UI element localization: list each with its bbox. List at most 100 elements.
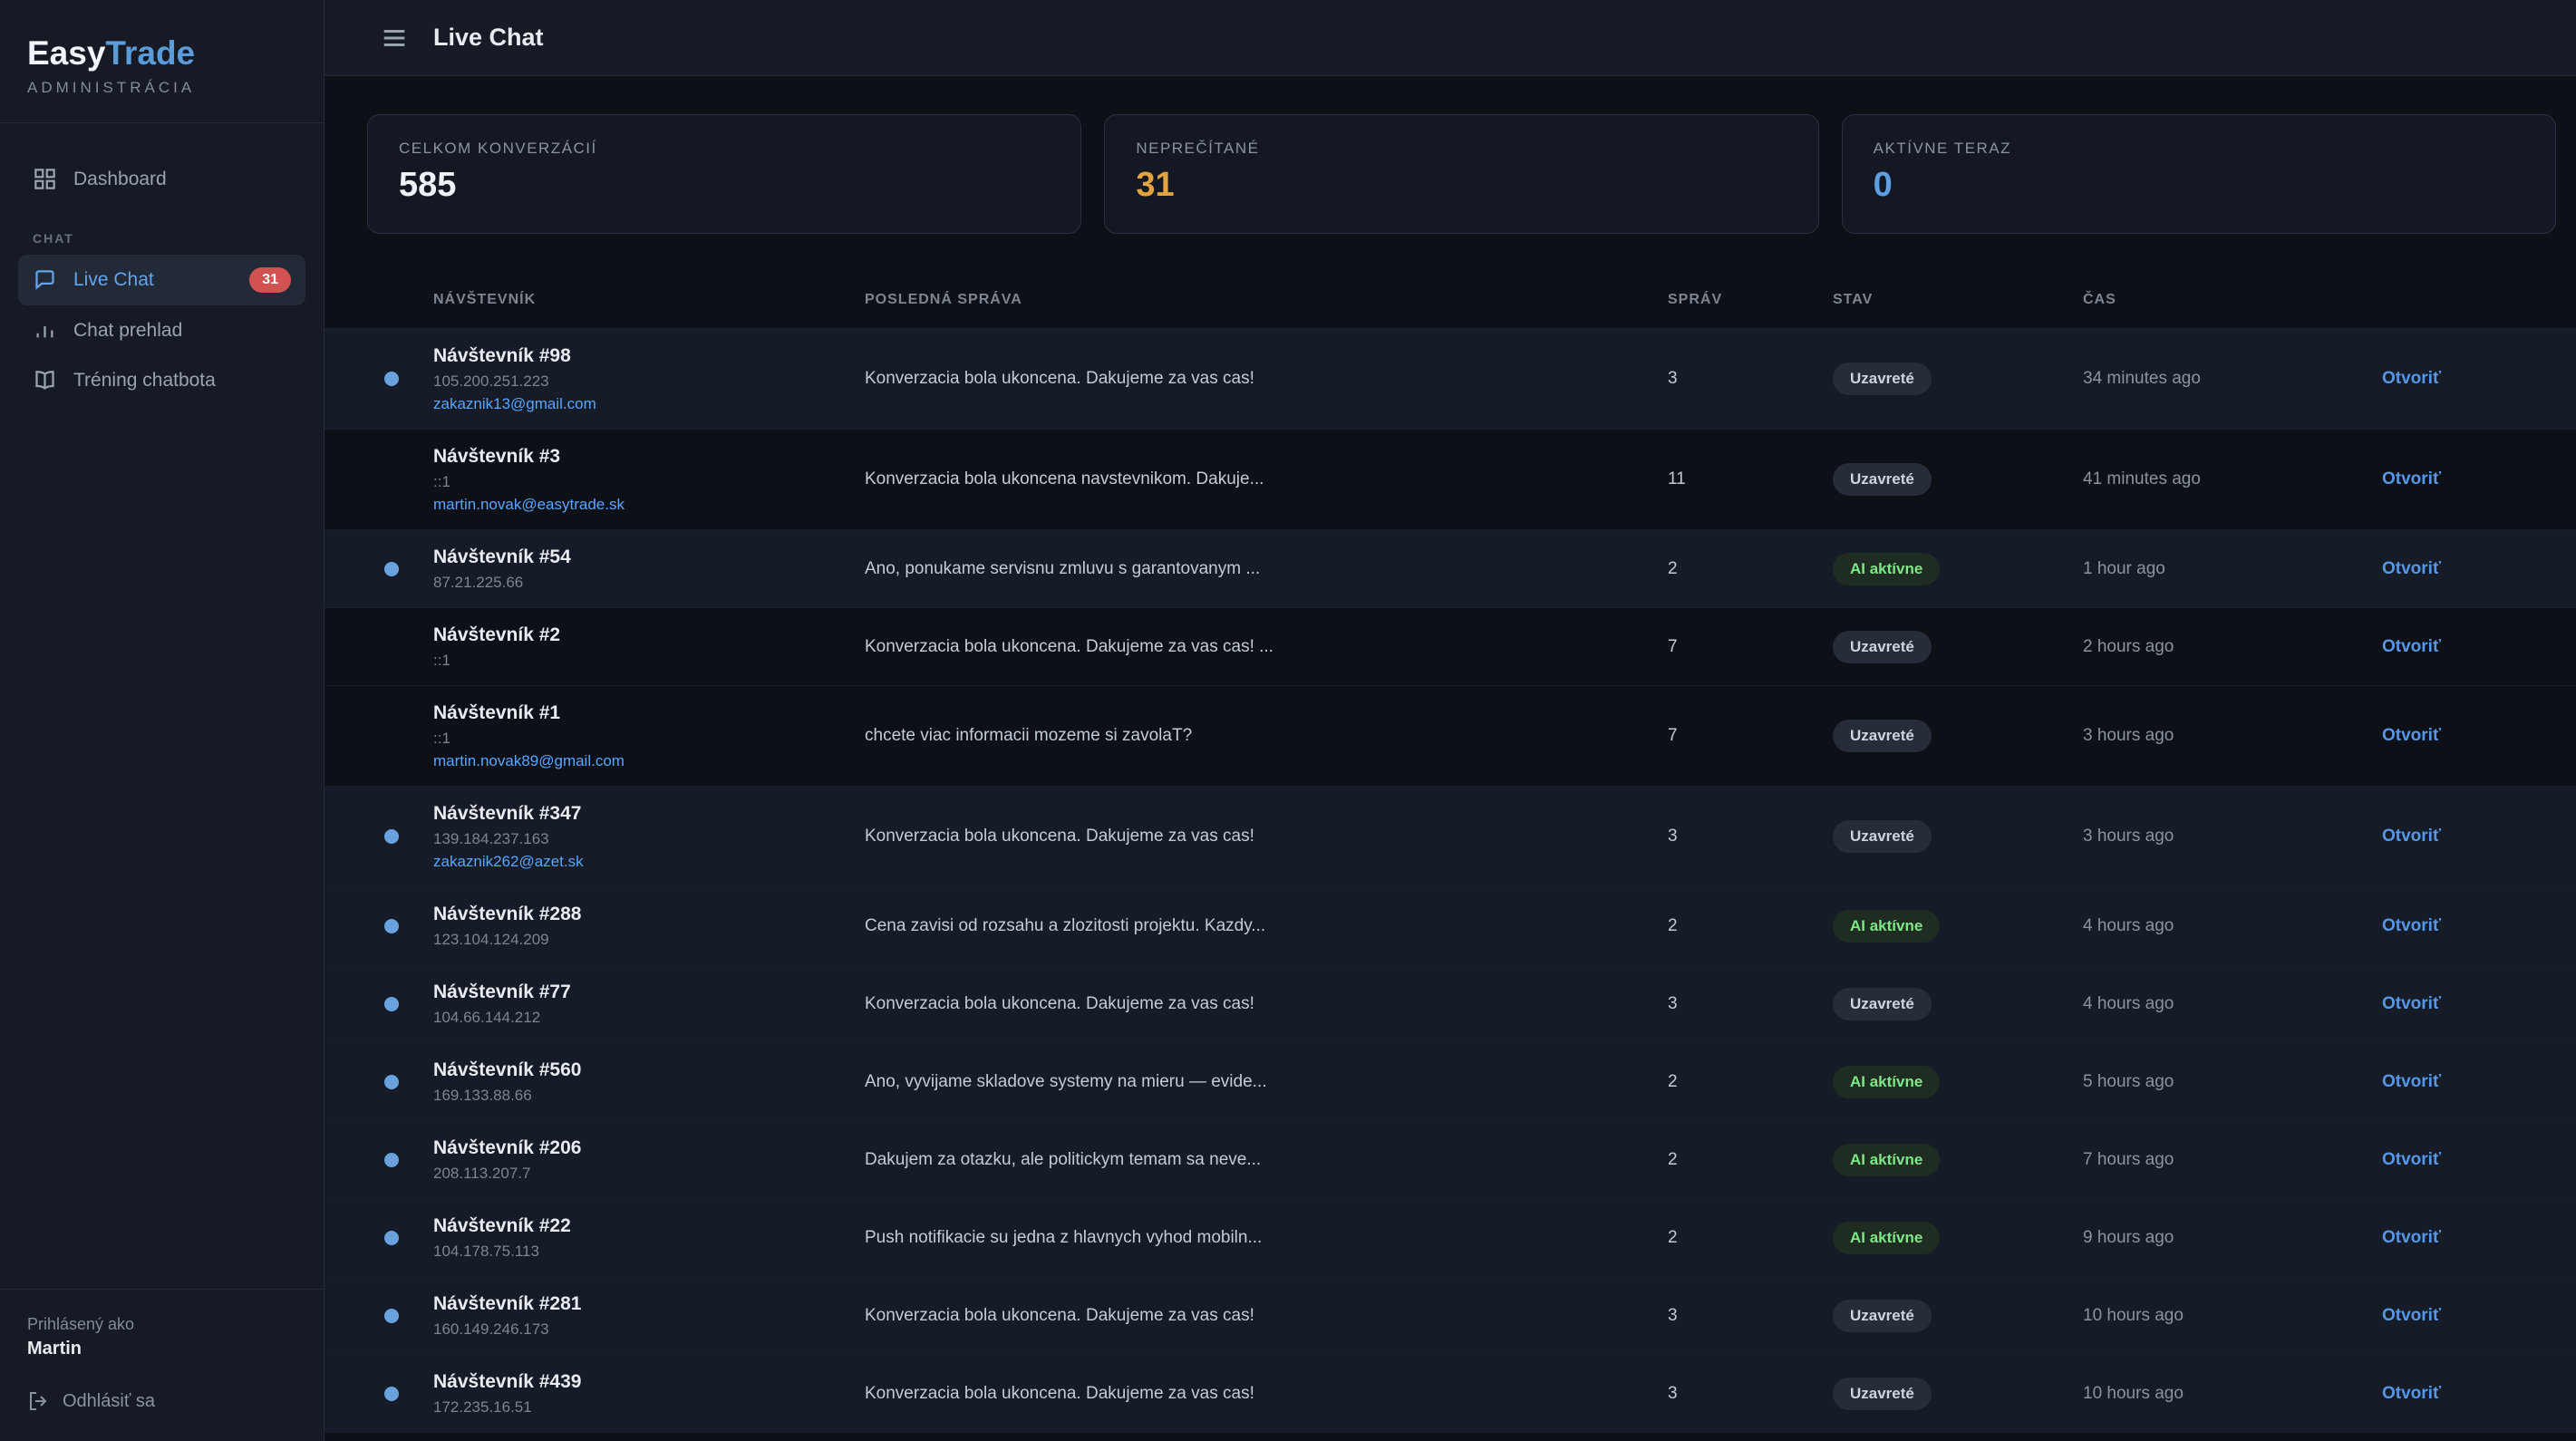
sidebar-item-trening-chatbota[interactable]: Tréning chatbota (18, 355, 305, 405)
time-ago: 10 hours ago (2083, 1306, 2382, 1326)
sidebar-item-label: Tréning chatbota (73, 370, 216, 392)
unread-dot-icon (384, 1231, 399, 1245)
table-row[interactable]: Návštevník #1 ::1 martin.novak89@gmail.c… (324, 686, 2576, 787)
visitor-name: Návštevník #206 (433, 1135, 865, 1162)
visitor-cell: Návštevník #3 ::1 martin.novak@easytrade… (433, 430, 865, 529)
visitor-name: Návštevník #98 (433, 343, 865, 370)
visitor-cell: Návštevník #288 123.104.124.209 (433, 887, 865, 964)
open-conversation-link[interactable]: Otvoriť (2382, 726, 2441, 745)
unread-dot-icon (384, 1387, 399, 1401)
sidebar-item-dashboard[interactable]: Dashboard (18, 154, 305, 204)
message-count: 2 (1668, 916, 1833, 936)
sidebar-footer: Prihlásený ako Martin Odhlásiť sa (0, 1289, 324, 1441)
last-message: Konverzacia bola ukoncena. Dakujeme za v… (865, 827, 1668, 846)
table-row[interactable]: Návštevník #206 208.113.207.7 Dakujem za… (324, 1121, 2576, 1199)
stat-label: CELKOM KONVERZÁCIÍ (399, 140, 1050, 158)
time-ago: 7 hours ago (2083, 1150, 2382, 1170)
status-cell: Uzavreté (1833, 631, 2083, 663)
table-row[interactable]: Návštevník #98 105.200.251.223 zakaznik1… (324, 329, 2576, 430)
table-row[interactable]: Návštevník #77 104.66.144.212 Konverzaci… (324, 965, 2576, 1043)
table-body: Návštevník #98 105.200.251.223 zakaznik1… (324, 329, 2576, 1433)
unread-dot-icon (384, 372, 399, 386)
unread-dot-icon (384, 1075, 399, 1089)
last-message: Konverzacia bola ukoncena. Dakujeme za v… (865, 1384, 1668, 1404)
open-conversation-link[interactable]: Otvoriť (2382, 1384, 2441, 1403)
table-row[interactable]: Návštevník #288 123.104.124.209 Cena zav… (324, 887, 2576, 965)
message-count: 7 (1668, 637, 1833, 657)
table-row[interactable]: Návštevník #2 ::1 Konverzacia bola ukonc… (324, 608, 2576, 686)
message-count: 2 (1668, 559, 1833, 579)
visitor-name: Návštevník #3 (433, 443, 865, 470)
hamburger-menu-icon[interactable] (381, 24, 408, 52)
open-cell: Otvoriť (2382, 559, 2576, 579)
logout-button[interactable]: Odhlásiť sa (27, 1390, 296, 1412)
unread-dot-icon (384, 997, 399, 1011)
logout-icon (27, 1390, 49, 1412)
sidebar-item-live-chat[interactable]: Live Chat 31 (18, 255, 305, 305)
open-conversation-link[interactable]: Otvoriť (2382, 369, 2441, 388)
open-conversation-link[interactable]: Otvoriť (2382, 1228, 2441, 1247)
visitor-email[interactable]: zakaznik13@gmail.com (433, 392, 865, 415)
message-count: 3 (1668, 1306, 1833, 1326)
message-count: 3 (1668, 827, 1833, 846)
visitor-ip: 160.149.246.173 (433, 1318, 865, 1340)
open-book-icon (33, 368, 57, 392)
visitor-ip: 105.200.251.223 (433, 370, 865, 392)
status-badge: Uzavreté (1833, 631, 1932, 663)
open-cell: Otvoriť (2382, 637, 2576, 657)
last-message: Dakujem za otazku, ale politickym temam … (865, 1150, 1668, 1170)
time-ago: 9 hours ago (2083, 1228, 2382, 1248)
sidebar-item-chat-prehlad[interactable]: Chat prehlad (18, 305, 305, 355)
sidebar-item-label: Dashboard (73, 169, 167, 190)
open-cell: Otvoriť (2382, 1384, 2576, 1404)
open-conversation-link[interactable]: Otvoriť (2382, 1072, 2441, 1091)
open-conversation-link[interactable]: Otvoriť (2382, 916, 2441, 935)
last-message: Ano, vyvijame skladove systemy na mieru … (865, 1072, 1668, 1092)
page-title: Live Chat (433, 24, 544, 52)
visitor-name: Návštevník #2 (433, 622, 865, 649)
unread-dot-cell (324, 919, 433, 933)
open-conversation-link[interactable]: Otvoriť (2382, 469, 2441, 488)
time-ago: 10 hours ago (2083, 1384, 2382, 1404)
last-message: Konverzacia bola ukoncena. Dakujeme za v… (865, 994, 1668, 1014)
table-row[interactable]: Návštevník #3 ::1 martin.novak@easytrade… (324, 430, 2576, 530)
unread-dot-icon (384, 829, 399, 844)
open-cell: Otvoriť (2382, 916, 2576, 936)
status-cell: Uzavreté (1833, 1378, 2083, 1410)
open-conversation-link[interactable]: Otvoriť (2382, 1150, 2441, 1169)
open-conversation-link[interactable]: Otvoriť (2382, 994, 2441, 1013)
visitor-email[interactable]: martin.novak89@gmail.com (433, 750, 865, 772)
open-conversation-link[interactable]: Otvoriť (2382, 559, 2441, 578)
last-message: Konverzacia bola ukoncena. Dakujeme za v… (865, 369, 1668, 389)
unread-dot-cell (324, 1231, 433, 1245)
time-ago: 4 hours ago (2083, 916, 2382, 936)
status-cell: Uzavreté (1833, 720, 2083, 752)
status-badge: Uzavreté (1833, 363, 1932, 395)
open-conversation-link[interactable]: Otvoriť (2382, 827, 2441, 846)
time-ago: 41 minutes ago (2083, 469, 2382, 489)
visitor-ip: 208.113.207.7 (433, 1162, 865, 1185)
open-conversation-link[interactable]: Otvoriť (2382, 1306, 2441, 1325)
table-row[interactable]: Návštevník #347 139.184.237.163 zakaznik… (324, 787, 2576, 887)
unread-dot-cell (324, 997, 433, 1011)
unread-dot-cell (324, 372, 433, 386)
table-row[interactable]: Návštevník #560 169.133.88.66 Ano, vyvij… (324, 1043, 2576, 1121)
message-count: 2 (1668, 1150, 1833, 1170)
open-conversation-link[interactable]: Otvoriť (2382, 637, 2441, 656)
open-cell: Otvoriť (2382, 994, 2576, 1014)
status-cell: AI aktívne (1833, 1066, 2083, 1098)
visitor-email[interactable]: martin.novak@easytrade.sk (433, 493, 865, 516)
stat-card-unread: NEPREČÍTANÉ 31 (1104, 114, 1818, 234)
table-row[interactable]: Návštevník #439 172.235.16.51 Konverzaci… (324, 1355, 2576, 1433)
status-cell: Uzavreté (1833, 463, 2083, 496)
table-row[interactable]: Návštevník #22 104.178.75.113 Push notif… (324, 1199, 2576, 1277)
visitor-name: Návštevník #54 (433, 544, 865, 571)
time-ago: 3 hours ago (2083, 827, 2382, 846)
content: CELKOM KONVERZÁCIÍ 585 NEPREČÍTANÉ 31 AK… (324, 76, 2576, 1441)
table-row[interactable]: Návštevník #54 87.21.225.66 Ano, ponukam… (324, 530, 2576, 608)
stat-value: 585 (399, 166, 1050, 205)
visitor-email[interactable]: zakaznik262@azet.sk (433, 850, 865, 873)
table-row[interactable]: Návštevník #281 160.149.246.173 Konverza… (324, 1277, 2576, 1355)
last-message: Konverzacia bola ukoncena. Dakujeme za v… (865, 637, 1668, 657)
signed-in-username: Martin (27, 1339, 296, 1359)
